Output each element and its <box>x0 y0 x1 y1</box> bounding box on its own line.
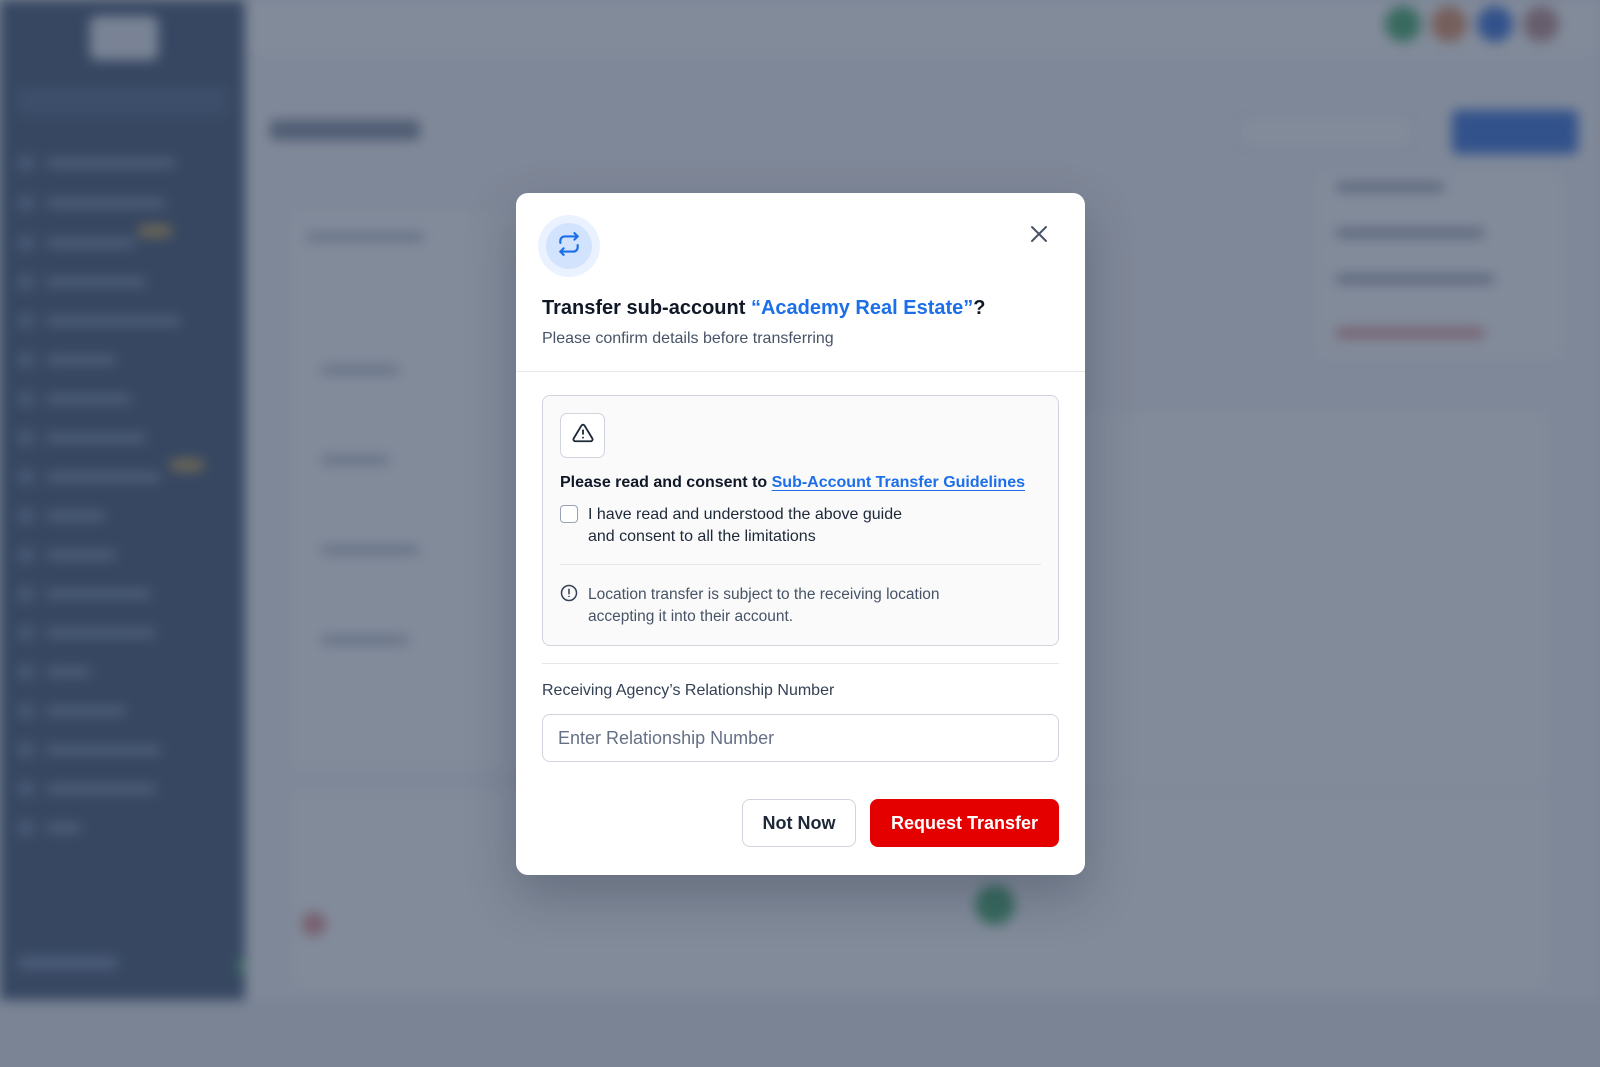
consent-checkbox-row[interactable]: I have read and understood the above gui… <box>560 504 928 548</box>
close-icon <box>1029 224 1049 249</box>
consent-text: Please read and consent to Sub-Account T… <box>560 474 1025 492</box>
transfer-note: Location transfer is subject to the rece… <box>560 584 988 628</box>
consent-prefix: Please read and consent to <box>560 474 772 491</box>
modal-subtitle: Please confirm details before transferri… <box>542 330 834 347</box>
divider <box>542 663 1059 664</box>
warning-badge <box>560 413 605 458</box>
modal-header: Transfer sub-account “Academy Real Estat… <box>516 193 1085 372</box>
title-suffix: ? <box>973 297 986 319</box>
warning-triangle-icon <box>572 422 594 449</box>
request-transfer-button[interactable]: Request Transfer <box>870 799 1059 847</box>
account-name: “Academy Real Estate” <box>750 297 974 319</box>
guidelines-card: Please read and consent to Sub-Account T… <box>542 395 1059 646</box>
close-button[interactable] <box>1026 223 1052 249</box>
modal-title: Transfer sub-account “Academy Real Estat… <box>542 297 985 320</box>
title-prefix: Transfer sub-account <box>542 297 751 319</box>
consent-checkbox[interactable] <box>560 505 578 523</box>
not-now-button[interactable]: Not Now <box>742 799 856 847</box>
transfer-modal: Transfer sub-account “Academy Real Estat… <box>516 193 1085 875</box>
note-text: Location transfer is subject to the rece… <box>588 586 940 625</box>
relationship-number-input[interactable] <box>542 714 1059 762</box>
relationship-number-label: Receiving Agency’s Relationship Number <box>542 682 835 699</box>
guidelines-link[interactable]: Sub-Account Transfer Guidelines <box>772 474 1025 491</box>
header-icon-badge <box>538 215 600 277</box>
info-circle-icon <box>560 584 578 628</box>
consent-checkbox-label[interactable]: I have read and understood the above gui… <box>588 504 928 548</box>
divider <box>560 564 1041 565</box>
transfer-arrows-icon <box>556 231 582 262</box>
